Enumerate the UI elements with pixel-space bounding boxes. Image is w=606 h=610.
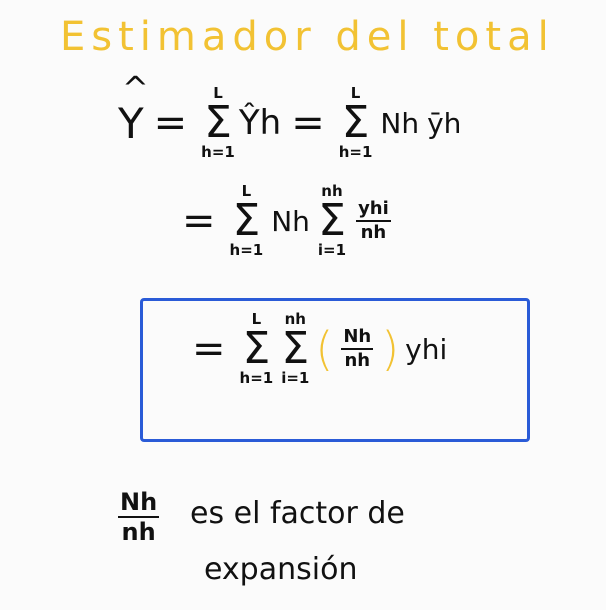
y-hi: yhi <box>405 332 448 366</box>
title: Estimador del total <box>60 14 555 60</box>
sum-lower: h=1 <box>338 143 373 161</box>
y-hat-h: Ŷh <box>238 103 282 143</box>
summation-i: nh Σ i=1 <box>318 184 346 258</box>
sigma-symbol: Σ <box>204 97 232 148</box>
N-h: Nh <box>380 106 420 140</box>
equals-sign: = <box>182 198 216 244</box>
fraction-numerator: Nh <box>120 488 158 516</box>
summation-h: L Σ h=1 <box>230 184 264 258</box>
sum-lower: i=1 <box>317 241 347 259</box>
summation-i: nh Σ i=1 <box>281 312 309 386</box>
right-paren: ) <box>381 322 400 376</box>
y-bar-h: ȳh <box>427 106 462 140</box>
sum-lower: i=1 <box>281 369 310 387</box>
equation-line-1: ^ Y = L Σ h=1 Ŷh = L Σ h=1 Nh ȳh <box>118 69 465 160</box>
fraction-denominator: nh <box>121 518 156 547</box>
equals-sign: = <box>192 326 226 372</box>
note-fraction: Nh nh <box>118 488 160 547</box>
fraction-denominator: nh <box>360 222 387 243</box>
fraction-yhi-nh: yhi nh <box>356 198 391 244</box>
note-line-1: es el factor de <box>190 496 405 531</box>
sum-lower: h=1 <box>229 241 264 259</box>
fraction-Nh-nh: Nh nh <box>341 326 374 372</box>
equals-sign: = <box>153 100 188 146</box>
sigma-symbol: Σ <box>242 323 271 374</box>
equals-sign: = <box>291 100 325 146</box>
fraction-numerator: Nh <box>343 326 372 348</box>
whiteboard-canvas: Estimador del total ^ Y = L Σ h=1 Ŷh = … <box>0 0 606 610</box>
fraction-numerator: yhi <box>358 198 389 220</box>
summation-h: L Σ h=1 <box>201 86 235 160</box>
N-h: Nh <box>271 204 310 238</box>
sigma-symbol: Σ <box>281 323 310 374</box>
sigma-symbol: Σ <box>318 195 346 246</box>
summation-h: L Σ h=1 <box>339 86 373 160</box>
equation-line-3: = L Σ h=1 nh Σ i=1 ( Nh nh ) yhi <box>182 312 451 386</box>
left-paren: ( <box>315 322 334 376</box>
note-line-2: expansión <box>204 552 358 587</box>
y-hat: ^ Y <box>118 69 149 148</box>
sigma-symbol: Σ <box>232 195 261 246</box>
hat-symbol: ^ <box>122 68 149 107</box>
fraction-denominator: nh <box>344 350 371 371</box>
note-fraction-wrap: Nh nh <box>112 488 165 547</box>
sum-lower: h=1 <box>239 369 274 387</box>
sum-lower: h=1 <box>201 143 235 161</box>
equation-line-2: = L Σ h=1 Nh nh Σ i=1 yhi nh <box>172 184 397 258</box>
sigma-symbol: Σ <box>341 97 370 148</box>
summation-h: L Σ h=1 <box>240 312 274 386</box>
